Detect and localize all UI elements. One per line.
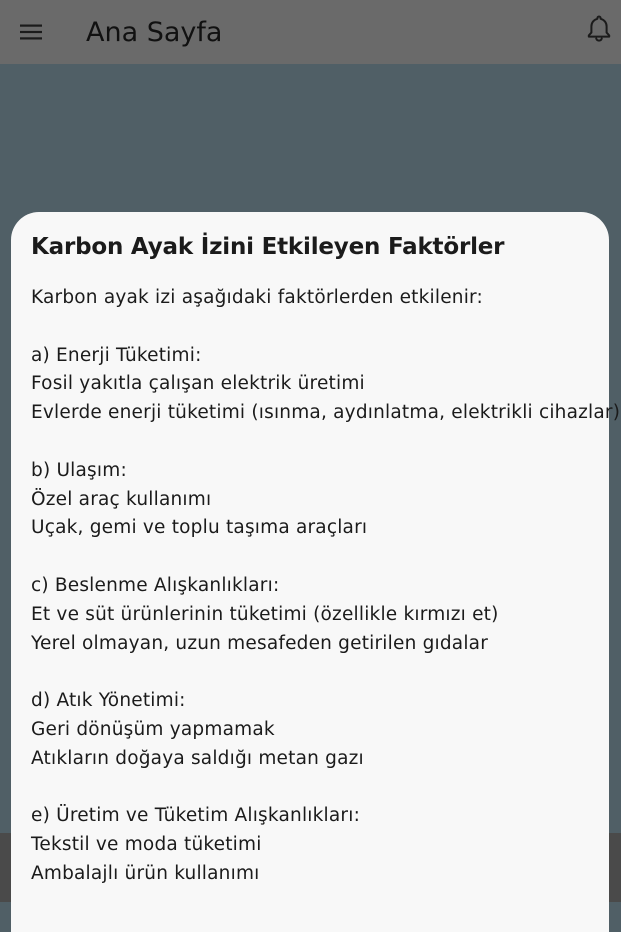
sheet-line <box>31 658 606 687</box>
sheet-line: e) Üretim ve Tüketim Alışkanlıkları: <box>31 805 360 827</box>
menu-button[interactable] <box>0 0 62 64</box>
sheet-line: c) Beslenme Alışkanlıkları: <box>31 574 280 596</box>
sheet-line: Ambalajlı ürün kullanımı <box>31 862 260 884</box>
sheet-line: b) Ulaşım: <box>31 459 127 481</box>
sheet-line: Atıkların doğaya saldığı metan gazı <box>31 747 364 769</box>
page-title: Ana Sayfa <box>86 16 223 48</box>
sheet-title: Karbon Ayak İzini Etkileyen Faktörler <box>31 234 505 260</box>
bottom-sheet: Karbon Ayak İzini Etkileyen Faktörler Ka… <box>11 212 621 932</box>
sheet-line: Tekstil ve moda tüketimi <box>31 834 262 856</box>
sheet-line: d) Atık Yönetimi: <box>31 690 186 712</box>
sheet-line <box>31 543 606 572</box>
sheet-line <box>31 428 606 457</box>
bell-icon <box>587 15 611 42</box>
sheet-line: Fosil yakıtla çalışan elektrik üretimi <box>31 373 365 395</box>
sheet-line: Geri dönüşüm yapmamak <box>31 718 275 740</box>
menu-icon <box>20 24 42 40</box>
sheet-line: Özel araç kullanımı <box>31 488 212 510</box>
sheet-line <box>31 774 606 803</box>
sheet-line: Evlerde enerji tüketimi (ısınma, aydınla… <box>31 402 621 424</box>
sheet-line: a) Enerji Tüketimi: <box>31 344 202 366</box>
sheet-line: Yerel olmayan, uzun mesafeden getirilen … <box>31 632 489 654</box>
notifications-button[interactable] <box>585 14 613 42</box>
sheet-body: Karbon ayak izi aşağıdaki faktörlerden e… <box>31 284 621 889</box>
sheet-line: Uçak, gemi ve toplu taşıma araçları <box>31 517 368 539</box>
sheet-line: Karbon ayak izi aşağıdaki faktörlerden e… <box>31 287 483 308</box>
sheet-line: Et ve süt ürünlerinin tüketimi (özellikl… <box>31 603 499 625</box>
sheet-line <box>31 313 606 342</box>
app-bar: Ana Sayfa <box>0 0 621 64</box>
